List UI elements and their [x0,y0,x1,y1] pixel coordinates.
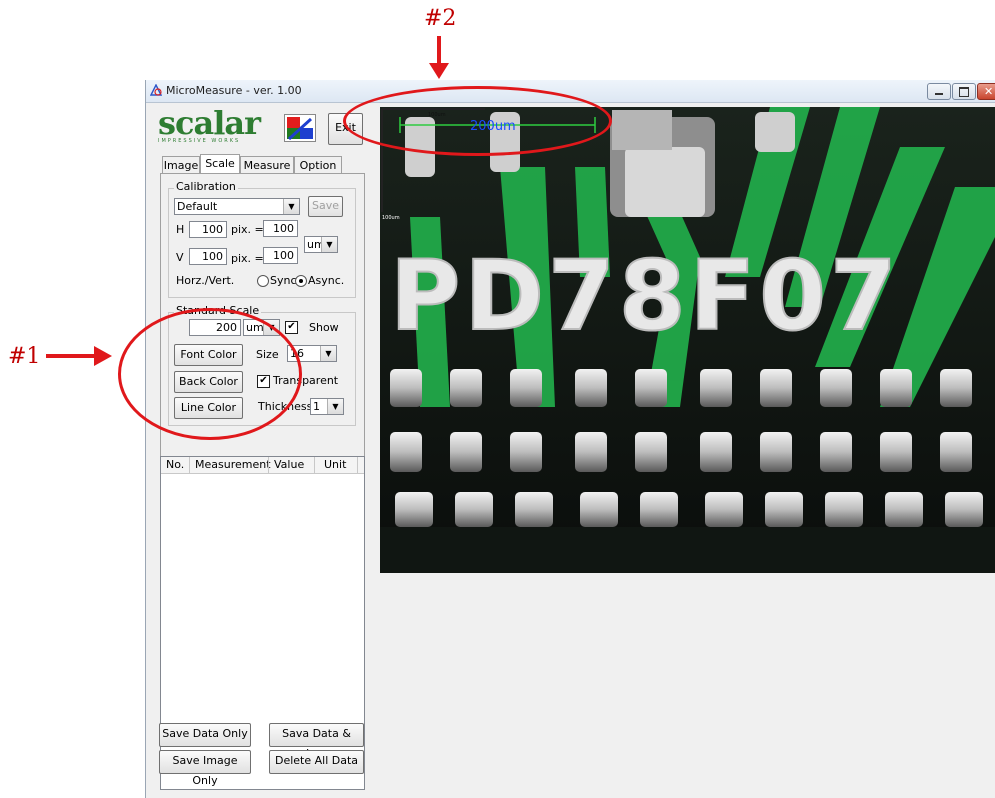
scalar-logo: SCALAR IMPRESSIVE WORKS [158,104,261,144]
pcb-pin-pad [450,369,482,407]
async-label: Async. [308,274,345,287]
v-value-input[interactable]: 100 [263,247,298,264]
h-label: H [176,223,185,236]
annotation-label-2: #2 [424,6,457,31]
chevron-down-icon: ▼ [321,237,337,252]
pcb-pin-pad [455,492,493,527]
annotation-arrowhead-2 [429,63,449,79]
window-title: MicroMeasure - ver. 1.00 [166,84,302,97]
v-label: V [176,251,184,264]
column-divider [357,457,358,473]
close-icon: ✕ [984,85,994,98]
calibration-save-button[interactable]: Save [308,196,343,217]
calibration-title: Calibration [174,180,238,193]
pcb-image: PD78F07 200um 100um 100um [380,107,995,573]
show-label: Show [309,321,339,334]
color-swatch-icon [287,117,313,141]
annotation-ellipse-1 [118,308,302,440]
annotation-arrow-2 [437,36,441,66]
pcb-pin-pad [885,492,923,527]
h-value-input[interactable]: 100 [263,220,298,237]
pcb-pin-pad [395,492,433,527]
logo-brand: SCALAR [158,104,261,142]
pcb-chip-marking: PD78F07 [390,240,901,352]
async-radio[interactable] [295,275,307,287]
tab-scale[interactable]: Scale [200,154,240,175]
column-header-unit[interactable]: Unit [324,458,346,471]
thickness-value: 1 [313,400,320,413]
chevron-down-icon: ▼ [283,199,299,214]
pcb-pin-pad [390,432,422,472]
pcb-pin-pad [760,432,792,472]
tab-option[interactable]: Option [294,156,342,174]
pcb-pin-pad [880,369,912,407]
horz-vert-label: Horz./Vert. [176,274,235,287]
pcb-pin-pad [450,432,482,472]
pcb-pin-pad [940,369,972,407]
column-header-no[interactable]: No. [166,458,184,471]
save-data-only-button[interactable]: Save Data Only [159,723,251,747]
pcb-pin-pad [510,369,542,407]
v-pix-equals-label: pix. = [231,252,264,265]
delete-all-data-button[interactable]: Delete All Data [269,750,364,774]
annotation-arrowhead-1 [94,346,112,366]
column-header-value[interactable]: Value [274,458,304,471]
pcb-pin-pad [700,369,732,407]
h-pix-equals-label: pix. = [231,223,264,236]
pcb-pin-pad [635,432,667,472]
pcb-pin-pad [945,492,983,527]
pcb-pin-pad [700,432,732,472]
annotation-label-1: #1 [8,344,41,369]
close-button[interactable]: ✕ [977,83,995,100]
minimize-icon [935,93,943,95]
maximize-button[interactable] [952,83,976,100]
pcb-pin-pad [635,369,667,407]
table-header: No. Measurement Value Unit [161,457,364,474]
pcb-pin-pad [575,369,607,407]
pcb-pin-pad [820,369,852,407]
pcb-pin-pad [880,432,912,472]
show-checkbox[interactable]: ✔ [285,321,298,334]
h-pixels-input[interactable]: 100 [189,221,227,238]
minimize-button[interactable] [927,83,951,100]
pcb-pin-pad [705,492,743,527]
pcb-pin-pad [580,492,618,527]
sync-radio[interactable] [257,275,269,287]
pcb-pin-pad [390,369,422,407]
pcb-pin-pad [640,492,678,527]
annotation-ellipse-2 [343,86,612,156]
annotation-arrow-1 [46,354,96,358]
column-divider [189,457,190,473]
pcb-pin-pad [510,432,542,472]
chevron-down-icon: ▼ [327,399,343,414]
pcb-pin-pad [575,432,607,472]
thickness-select[interactable]: 1 ▼ [310,398,344,415]
column-divider [268,457,269,473]
chevron-down-icon: ▼ [320,346,336,361]
save-image-only-button[interactable]: Save Image Only [159,750,251,787]
corner-scale-label-vertical: 100um [382,215,400,221]
column-divider [314,457,315,473]
tab-measure[interactable]: Measure [240,156,294,174]
pcb-pin-pad [820,432,852,472]
pcb-pin-pad [765,492,803,527]
save-data-and-image-button[interactable]: Sava Data & Img [269,723,364,760]
pcb-pin-pad [760,369,792,407]
pcb-pin-pad [940,432,972,472]
microscope-image-view[interactable]: PD78F07 200um 100um 100um [380,107,995,573]
pcb-pin-pad [825,492,863,527]
calibration-preset-value: Default [177,200,218,213]
calibration-preset-select[interactable]: Default ▼ [174,198,300,215]
sync-label: Sync [270,274,297,287]
maximize-icon [959,87,969,97]
app-icon [149,83,163,96]
column-header-measurement[interactable]: Measurement [195,458,271,471]
tab-bar: Image Scale Measure Option [162,154,362,175]
calibration-unit-select[interactable]: um ▼ [304,236,338,253]
color-swatch-button[interactable] [284,114,316,142]
pcb-pin-pad [515,492,553,527]
v-pixels-input[interactable]: 100 [189,248,227,265]
tab-image[interactable]: Image [162,156,200,174]
